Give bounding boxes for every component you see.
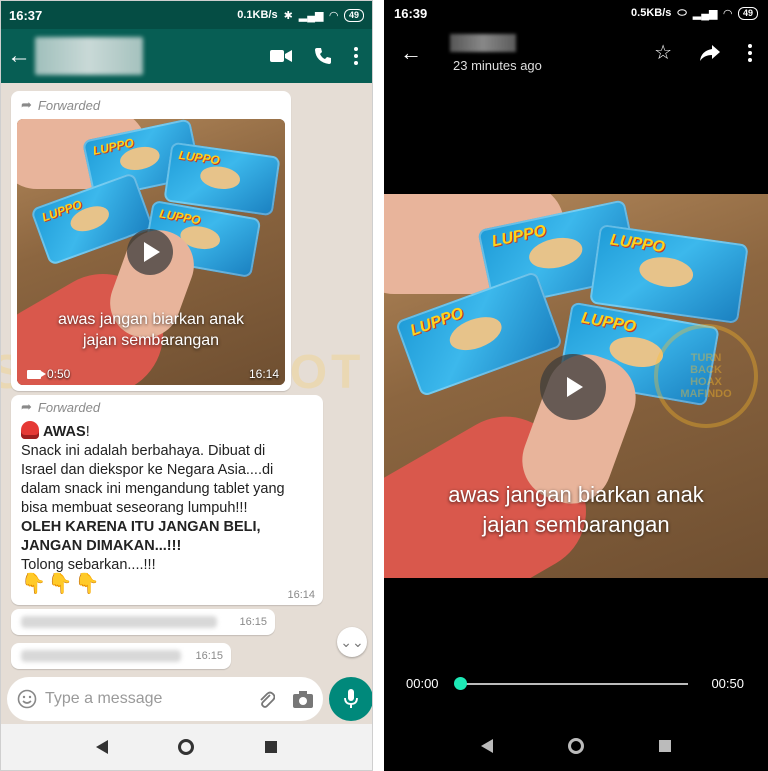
back-arrow-icon[interactable]: ← [7,42,31,70]
message-body: AWAS! Snack ini adalah berbahaya. Dibuat… [21,421,321,594]
video-thumbnail[interactable]: LUPPO LUPPO LUPPO LUPPO awas jangan biar… [17,119,285,385]
message-title-line: AWAS! [21,421,321,442]
scroll-down-button[interactable]: ⌄⌄ [337,627,367,657]
video-camera-icon [27,369,46,379]
blurred-text [21,650,181,662]
total-duration: 00:50 [711,676,744,691]
player-app-bar: ← 23 minutes ago ☆ [384,28,768,78]
status-indicators: 0.1KB/s ✱ ▂▄▆ ◠ 49 [237,8,364,22]
phone-icon[interactable] [314,47,332,65]
battery-icon: 49 [343,8,364,22]
play-button[interactable] [127,229,173,275]
message-time: 16:15 [239,616,267,628]
signal-icon: ▂▄▆ [298,9,324,22]
forwarded-label: Forwarded [37,97,101,113]
compose-bar [1,673,372,725]
video-timestamp: 16:14 [248,367,279,381]
text-message-bubble[interactable]: ➦ Forwarded AWAS! Snack ini adalah berba… [11,395,323,605]
signal-icon: ▂▄▆ [692,7,718,20]
message-time: 16:14 [287,589,315,601]
forwarded-tag: ➦ Forwarded [21,399,100,415]
microphone-icon [344,689,358,708]
nav-home-icon[interactable] [178,739,195,755]
emoji-icon[interactable] [17,689,37,709]
siren-icon [21,421,39,439]
more-options-icon[interactable] [354,47,358,65]
wifi-icon: ◠ [329,9,338,22]
camera-icon[interactable] [293,690,313,708]
message-time: 16:15 [195,650,223,662]
forwarded-label: Forwarded [37,399,101,415]
video-message-bubble[interactable]: ➦ Forwarded LUPPO LUPPO LUPPO LUPPO awas… [11,91,291,391]
double-chevron-down-icon: ⌄⌄ [340,633,364,650]
network-speed: 0.5KB/s [631,7,672,19]
sent-time: 23 minutes ago [453,58,542,73]
more-options-icon[interactable] [748,43,752,62]
progress-scrubber[interactable] [454,677,467,690]
blurred-sender-name [450,34,516,52]
network-speed: 0.1KB/s [237,9,278,21]
android-nav-bar [384,721,768,771]
turnbackhoax-seal-logo: TURN BACK HOAX MAFINDO [654,324,758,428]
whatsapp-chat-screen: 16:37 0.1KB/s ✱ ▂▄▆ ◠ 49 ← SCREENSHOT ➦ … [0,0,373,771]
wifi-icon: ◠ [723,7,732,20]
video-frame[interactable]: LUPPO LUPPO LUPPO LUPPO TURN BACK HOAX M… [384,194,768,578]
forward-icon[interactable] [700,44,720,61]
message-input-box [7,677,323,721]
android-nav-bar [1,724,372,770]
back-arrow-icon[interactable]: ← [400,40,422,66]
video-caption: awas jangan biarkan anak jajan sembarang… [448,482,704,537]
player-actions: ☆ [654,40,752,65]
blurred-message-bubble[interactable]: 16:15 [11,643,231,669]
video-caption: awas jangan biarkan anak jajan sembarang… [58,311,244,349]
status-bar: 16:37 0.1KB/s ✱ ▂▄▆ ◠ 49 [1,1,372,29]
voice-record-button[interactable] [329,677,372,721]
forwarded-tag: ➦ Forwarded [21,97,100,113]
nav-recents-icon[interactable] [264,741,277,753]
play-button[interactable] [540,354,606,420]
chat-app-bar: ← [1,29,372,83]
status-indicators: 0.5KB/s ⬭ ▂▄▆ ◠ 49 [631,6,758,20]
blurred-text [21,616,217,628]
current-time: 00:00 [406,676,439,691]
progress-track[interactable] [460,683,688,685]
nav-back-icon[interactable] [481,739,494,753]
bluetooth-icon: ✱ [283,9,293,22]
star-icon[interactable]: ☆ [654,40,672,65]
nav-back-icon[interactable] [96,740,109,754]
chat-area[interactable]: SCREENSHOT ➦ Forwarded LUPPO LUPPO LUPPO… [1,83,372,673]
status-time: 16:39 [394,5,428,21]
nav-recents-icon[interactable] [658,740,671,752]
blurred-message-bubble[interactable]: 16:15 [11,609,275,635]
pointing-down-icon: 👇👇👇 [21,573,102,595]
alarm-icon: ⬭ [677,6,687,19]
video-call-icon[interactable] [270,48,292,64]
video-player-screen: 16:39 0.5KB/s ⬭ ▂▄▆ ◠ 49 ← 23 minutes ag… [384,0,768,771]
blurred-contact-name[interactable] [35,37,143,75]
playback-progress: 00:00 00:50 [384,672,768,696]
status-bar: 16:39 0.5KB/s ⬭ ▂▄▆ ◠ 49 [384,0,768,26]
status-time: 16:37 [9,7,43,23]
chat-actions [270,47,366,65]
battery-icon: 49 [737,6,758,20]
video-duration: 0:50 [27,367,70,381]
forward-arrow-icon: ➦ [21,97,32,112]
attachment-icon[interactable] [257,689,275,709]
nav-home-icon[interactable] [567,738,584,754]
forward-arrow-icon: ➦ [21,399,32,414]
message-input[interactable] [45,690,257,708]
